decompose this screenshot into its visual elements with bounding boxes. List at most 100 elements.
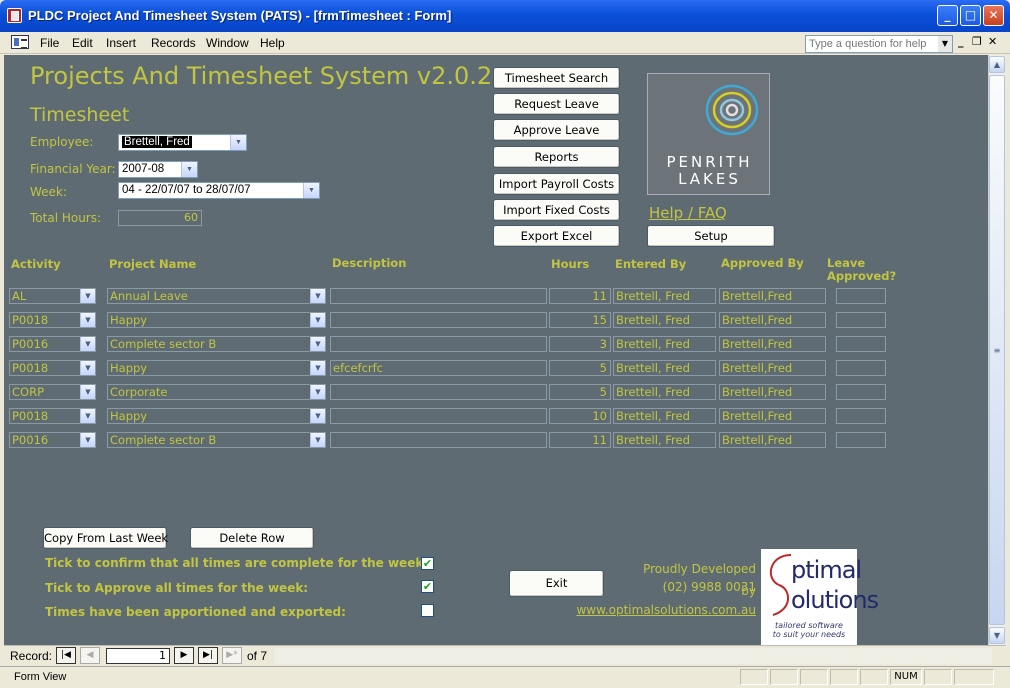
developer-url-link[interactable]: www.optimalsolutions.com.au <box>564 603 756 617</box>
leave-approved-field[interactable] <box>836 288 886 304</box>
exit-button[interactable]: Exit <box>509 570 604 597</box>
mdi-minimize-icon[interactable]: _ <box>958 35 964 48</box>
approve-leave-button[interactable]: Approve Leave <box>493 119 620 141</box>
maximize-button[interactable]: □ <box>960 5 981 26</box>
entered-by-field[interactable]: Brettell, Fred <box>613 336 716 352</box>
description-field[interactable] <box>330 432 547 448</box>
leave-approved-field[interactable] <box>836 360 886 376</box>
help-faq-link[interactable]: Help / FAQ <box>649 204 727 222</box>
menu-window[interactable]: Window <box>206 36 249 50</box>
chevron-down-icon[interactable]: ▼ <box>80 337 95 351</box>
entered-by-field[interactable]: Brettell, Fred <box>613 288 716 304</box>
description-field[interactable] <box>330 336 547 352</box>
project-combo[interactable]: Happy ▼ <box>107 312 326 328</box>
project-combo[interactable]: Happy ▼ <box>107 360 326 376</box>
request-leave-button[interactable]: Request Leave <box>493 93 620 115</box>
scroll-up-icon[interactable]: ▲ <box>989 56 1005 73</box>
leave-approved-field[interactable] <box>836 384 886 400</box>
project-combo[interactable]: Happy ▼ <box>107 408 326 424</box>
hours-field[interactable]: 11 <box>549 432 611 448</box>
chevron-down-icon[interactable]: ▼ <box>80 433 95 447</box>
chevron-down-icon[interactable]: ▼ <box>310 433 325 447</box>
description-field[interactable] <box>330 288 547 304</box>
activity-combo[interactable]: P0016 ▼ <box>9 336 96 352</box>
entered-by-field[interactable]: Brettell, Fred <box>613 432 716 448</box>
confirm-complete-checkbox[interactable]: ✔ <box>421 557 434 570</box>
description-field[interactable] <box>330 312 547 328</box>
next-record-icon[interactable]: ▶ <box>174 647 194 664</box>
copy-from-last-week-button[interactable]: Copy From Last Week <box>43 527 168 549</box>
approved-by-field[interactable]: Brettell,Fred <box>719 408 826 424</box>
leave-approved-field[interactable] <box>836 408 886 424</box>
financial-year-combo[interactable]: 2007-08 ▼ <box>118 161 198 178</box>
menu-help[interactable]: Help <box>260 36 285 50</box>
mdi-restore-icon[interactable]: ❐ <box>972 35 982 48</box>
activity-combo[interactable]: CORP ▼ <box>9 384 96 400</box>
chevron-down-icon[interactable]: ▼ <box>80 385 95 399</box>
project-combo[interactable]: Complete sector B ▼ <box>107 336 326 352</box>
current-record-input[interactable]: 1 <box>106 648 170 664</box>
minimize-button[interactable]: _ <box>937 5 958 26</box>
exported-checkbox[interactable] <box>421 604 434 617</box>
close-button[interactable]: ✕ <box>983 5 1004 26</box>
activity-combo[interactable]: AL ▼ <box>9 288 96 304</box>
chevron-down-icon[interactable]: ▼ <box>181 162 197 177</box>
access-app-icon[interactable] <box>7 8 22 23</box>
chevron-down-icon[interactable]: ▼ <box>310 313 325 327</box>
delete-row-button[interactable]: Delete Row <box>190 527 314 549</box>
description-field[interactable]: efcefcrfc <box>330 360 547 376</box>
entered-by-field[interactable]: Brettell, Fred <box>613 360 716 376</box>
chevron-down-icon[interactable]: ▼ <box>80 289 95 303</box>
leave-approved-field[interactable] <box>836 432 886 448</box>
first-record-icon[interactable]: |◀ <box>56 647 76 664</box>
new-record-icon[interactable]: ▶* <box>222 647 242 664</box>
setup-button[interactable]: Setup <box>647 225 775 247</box>
chevron-down-icon[interactable]: ▼ <box>80 409 95 423</box>
chevron-down-icon[interactable]: ▼ <box>310 409 325 423</box>
previous-record-icon[interactable]: ◀ <box>80 647 100 664</box>
description-field[interactable] <box>330 384 547 400</box>
mdi-close-icon[interactable]: ✕ <box>988 35 997 48</box>
menu-file[interactable]: File <box>40 36 59 50</box>
menu-records[interactable]: Records <box>151 36 196 50</box>
week-combo[interactable]: 04 - 22/07/07 to 28/07/07 ▼ <box>118 182 320 199</box>
description-field[interactable] <box>330 408 547 424</box>
leave-approved-field[interactable] <box>836 312 886 328</box>
hours-field[interactable]: 10 <box>549 408 611 424</box>
import-payroll-costs-button[interactable]: Import Payroll Costs <box>493 173 620 195</box>
menu-edit[interactable]: Edit <box>72 36 93 50</box>
employee-combo[interactable]: Brettell, Fred ▼ <box>118 134 247 151</box>
timesheet-search-button[interactable]: Timesheet Search <box>493 67 620 89</box>
approved-by-field[interactable]: Brettell,Fred <box>719 288 826 304</box>
chevron-down-icon[interactable]: ▼ <box>310 289 325 303</box>
form-document-icon[interactable] <box>11 35 29 49</box>
chevron-down-icon[interactable]: ▼ <box>310 337 325 351</box>
import-fixed-costs-button[interactable]: Import Fixed Costs <box>493 199 620 221</box>
menu-insert[interactable]: Insert <box>106 36 136 50</box>
chevron-down-icon[interactable]: ▼ <box>80 313 95 327</box>
hours-field[interactable]: 15 <box>549 312 611 328</box>
approved-by-field[interactable]: Brettell,Fred <box>719 432 826 448</box>
last-record-icon[interactable]: ▶| <box>198 647 218 664</box>
project-combo[interactable]: Annual Leave ▼ <box>107 288 326 304</box>
vertical-scrollbar[interactable]: ▲ ≡ ▼ <box>988 55 1005 645</box>
chevron-down-icon[interactable]: ▼ <box>310 385 325 399</box>
hours-field[interactable]: 11 <box>549 288 611 304</box>
approved-by-field[interactable]: Brettell,Fred <box>719 336 826 352</box>
activity-combo[interactable]: P0018 ▼ <box>9 408 96 424</box>
chevron-down-icon[interactable]: ▼ <box>938 36 952 52</box>
chevron-down-icon[interactable]: ▼ <box>230 135 246 150</box>
scroll-thumb[interactable]: ≡ <box>989 75 1005 625</box>
entered-by-field[interactable]: Brettell, Fred <box>613 384 716 400</box>
entered-by-field[interactable]: Brettell, Fred <box>613 312 716 328</box>
chevron-down-icon[interactable]: ▼ <box>303 183 319 198</box>
project-combo[interactable]: Corporate ▼ <box>107 384 326 400</box>
hours-field[interactable]: 3 <box>549 336 611 352</box>
activity-combo[interactable]: P0018 ▼ <box>9 312 96 328</box>
approved-by-field[interactable]: Brettell,Fred <box>719 360 826 376</box>
approved-by-field[interactable]: Brettell,Fred <box>719 384 826 400</box>
approve-all-checkbox[interactable]: ✔ <box>421 580 434 593</box>
chevron-down-icon[interactable]: ▼ <box>310 361 325 375</box>
leave-approved-field[interactable] <box>836 336 886 352</box>
entered-by-field[interactable]: Brettell, Fred <box>613 408 716 424</box>
